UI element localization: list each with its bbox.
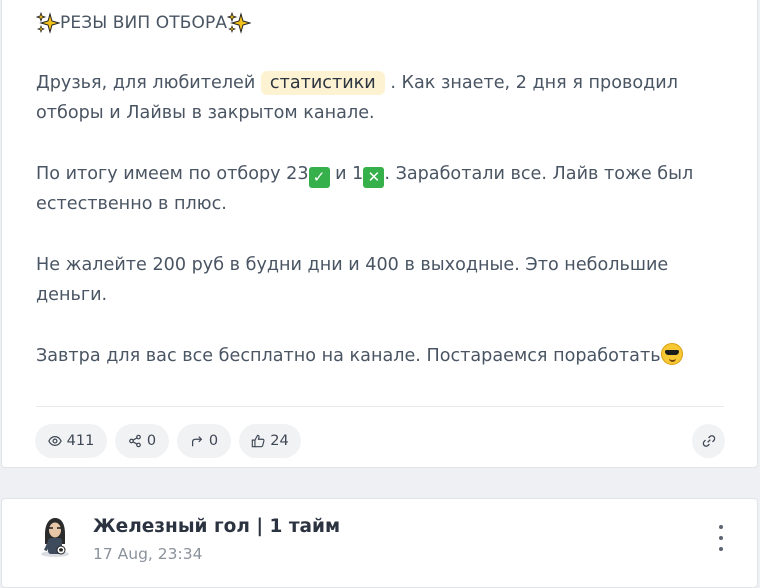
forwards-count: 0 [208, 433, 219, 449]
forward-button[interactable]: 0 [177, 424, 231, 458]
cross-mark-icon: ✕ [363, 167, 385, 188]
channel-avatar[interactable] [37, 514, 73, 558]
post-paragraph-3: Не жалейте 200 руб в будни дни и 400 в в… [36, 255, 669, 305]
sparkles-icon [36, 12, 60, 34]
paragraph-text: Завтра для вас все бесплатно на канале. … [36, 346, 661, 366]
post-title: РЕЗЫ ВИП ОТБОРА [36, 12, 252, 34]
share-button[interactable]: 0 [115, 424, 169, 458]
more-vertical-icon[interactable] [710, 525, 732, 551]
next-post-card [1, 498, 758, 588]
views-counter[interactable]: 411 [35, 424, 107, 458]
channel-name[interactable]: Железный гол | 1 тайм [93, 516, 340, 537]
divider [36, 406, 724, 407]
sunglasses-emoji-icon [660, 343, 683, 365]
post-title-text: РЕЗЫ ВИП ОТБОРА [60, 13, 228, 33]
paragraph-text: Друзья, для любителей [36, 73, 261, 93]
thumbs-up-icon [252, 434, 265, 448]
likes-count: 24 [270, 433, 289, 449]
check-mark-icon: ✓ [308, 167, 330, 188]
like-button[interactable]: 24 [239, 424, 301, 458]
paragraph-text: По итогу имеем по отбору 23 [36, 164, 309, 184]
shares-count: 0 [146, 433, 157, 449]
post-paragraph-2: По итогу имеем по отбору 23 ✓ и 1 ✕. Зараб… [36, 159, 726, 219]
post-paragraph-1: Друзья, для любителей статистики . Как з… [36, 68, 726, 128]
paragraph-text: и 1 [329, 164, 364, 184]
eye-icon [47, 436, 62, 446]
highlighted-word: статистики [260, 71, 385, 95]
post-paragraph-4: Завтра для вас все бесплатно на канале. … [36, 341, 726, 371]
post-date: 17 Aug, 23:34 [93, 545, 203, 563]
copy-link-button[interactable] [692, 424, 725, 458]
forward-arrow-icon [191, 436, 203, 447]
sparkles-icon [227, 12, 252, 34]
link-icon [702, 435, 715, 447]
views-count: 411 [66, 433, 95, 449]
share-icon [129, 434, 141, 448]
